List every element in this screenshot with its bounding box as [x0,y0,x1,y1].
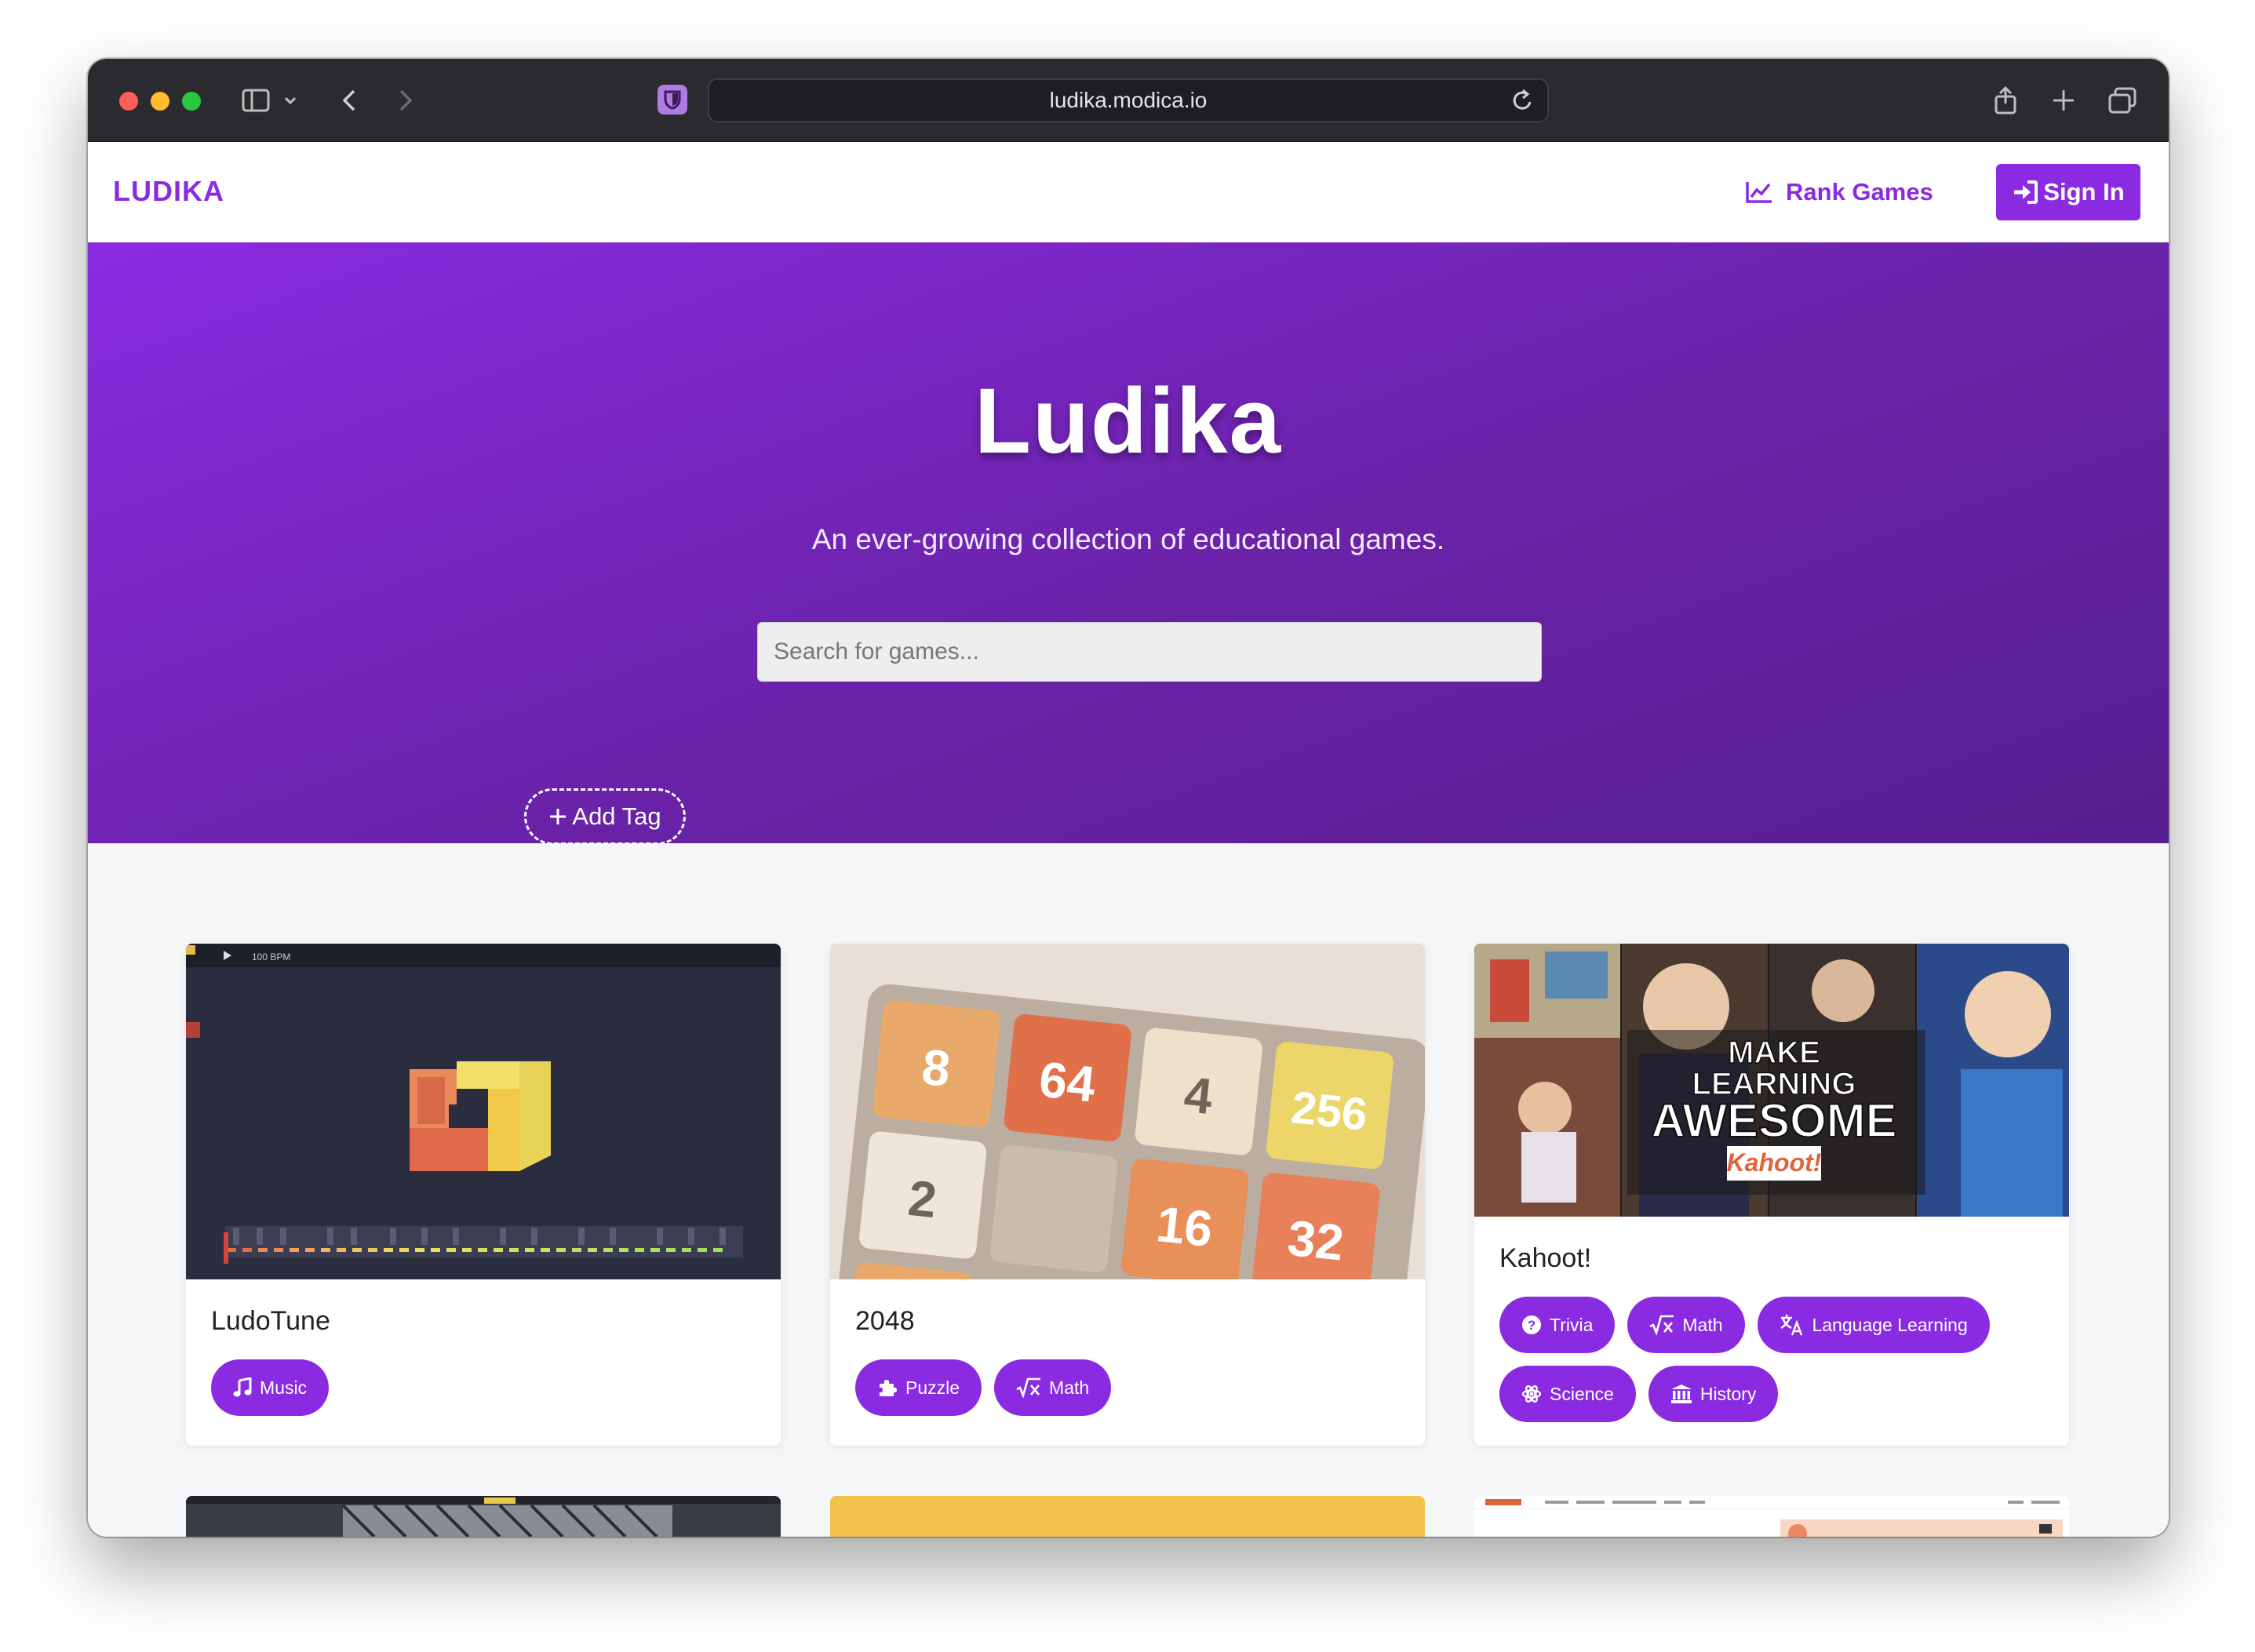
question-icon: ? [1522,1315,1541,1334]
tag-history[interactable]: History [1648,1366,1779,1422]
forward-icon[interactable] [394,82,417,118]
atom-icon [1521,1385,1542,1403]
zoom-window-button[interactable] [182,92,201,111]
rank-games-label: Rank Games [1786,178,1933,206]
puzzle-icon [880,1380,897,1396]
tag-label: Music [260,1377,308,1398]
tag-science[interactable]: Science [1499,1366,1636,1422]
game-title: Kahoot! [1499,1243,1592,1273]
landmark-icon [1670,1385,1692,1403]
svg-text:?: ? [1528,1318,1536,1333]
tag-puzzle[interactable]: Puzzle [855,1359,982,1416]
browser-window: ludika.modica.io LUDIKA Rank Games Sign … [88,59,2169,1537]
game-title: LudoTune [211,1306,330,1336]
tile-64: 64 [1036,1050,1098,1112]
tag-list: Puzzle Math [855,1359,1400,1416]
tag-label: Trivia [1550,1314,1594,1335]
tag-label: History [1699,1383,1757,1404]
bpm-label: 100 BPM [252,952,290,962]
extension-shield-icon[interactable] [658,85,687,115]
address-bar[interactable]: ludika.modica.io [708,78,1549,122]
tag-language-learning[interactable]: Language Learning [1757,1297,1990,1353]
tile-16: 16 [1154,1195,1215,1257]
math-icon [1649,1315,1674,1335]
sign-in-button[interactable]: Sign In [1996,164,2140,220]
math-icon [1016,1377,1041,1398]
tile-256: 256 [1289,1082,1370,1141]
chevron-down-icon[interactable] [281,82,300,118]
translate-icon [1780,1315,1802,1336]
kahoot-logo-text: Kahoot! [1727,1148,1822,1177]
add-tag-label: Add Tag [572,802,661,830]
tab-overview-icon[interactable] [2106,82,2139,118]
tile-32: 32 [1285,1210,1346,1272]
game-card-row2-1[interactable] [186,1496,781,1537]
url-text: ludika.modica.io [1049,88,1208,112]
sign-in-label: Sign In [2043,178,2125,206]
tag-label: Math [1049,1377,1090,1398]
2048-thumbnail: 8 64 4 256 2 16 32 [830,944,1425,1279]
tag-music[interactable]: Music [211,1359,330,1416]
kahoot-line-make: MAKE [1728,1035,1820,1070]
game-card-kahoot[interactable]: MAKE LEARNING AWESOME Kahoot! Kahoot! ? … [1474,944,2069,1446]
sidebar-toggle-icon[interactable] [239,82,273,118]
game-card-ludotune[interactable]: 100 BPM LudoTune Music [186,944,781,1446]
tag-list: Music [211,1359,756,1416]
tag-math[interactable]: Math [994,1359,1112,1416]
back-icon[interactable] [337,82,361,118]
new-tab-icon[interactable] [2048,82,2079,118]
chart-line-icon [1746,182,1772,203]
brand-logo[interactable]: LUDIKA [113,175,224,208]
tag-list: ? Trivia Math Language Learning Science [1499,1297,2044,1422]
tile-2: 2 [905,1170,939,1228]
close-window-button[interactable] [119,92,138,111]
game-card-row2-2[interactable] [830,1496,1425,1537]
sign-in-icon [2014,180,2038,204]
tag-trivia[interactable]: ? Trivia [1499,1297,1616,1353]
ludotune-thumbnail: 100 BPM [186,944,781,1279]
hero-section: Ludika An ever-growing collection of edu… [88,242,2169,845]
tag-label: Language Learning [1812,1314,1968,1335]
game-thumbnail [1474,1496,2069,1537]
rank-games-link[interactable]: Rank Games [1745,170,1933,214]
game-thumbnail [186,1496,781,1537]
games-grid: 100 BPM LudoTune Music 8 64 4 256 2 16 3… [88,843,2169,1537]
game-title: 2048 [855,1306,915,1336]
browser-toolbar: ludika.modica.io [88,59,2169,142]
game-thumbnail [830,1496,1425,1537]
hero-subtitle: An ever-growing collection of educationa… [811,523,1445,555]
site-header: LUDIKA Rank Games Sign In [88,142,2169,242]
game-card-2048[interactable]: 8 64 4 256 2 16 32 2048 Puzzle Math [830,944,1425,1446]
kahoot-thumbnail: MAKE LEARNING AWESOME Kahoot! [1474,944,2069,1217]
music-icon [233,1377,252,1397]
game-search-input[interactable] [757,622,1542,682]
kahoot-line-awesome: AWESOME [1651,1094,1896,1147]
plus-icon [550,809,566,824]
tag-label: Science [1550,1383,1614,1404]
add-tag-button[interactable]: Add Tag [524,788,686,845]
share-icon[interactable] [1990,82,2021,118]
tag-label: Puzzle [905,1377,960,1398]
game-card-row2-3[interactable] [1474,1496,2069,1537]
hero-title: Ludika [974,369,1283,473]
reload-icon[interactable] [1511,88,1535,118]
tag-math[interactable]: Math [1627,1297,1745,1353]
minimize-window-button[interactable] [151,92,169,111]
tile-8: 8 [920,1039,953,1097]
tag-label: Math [1682,1314,1723,1335]
